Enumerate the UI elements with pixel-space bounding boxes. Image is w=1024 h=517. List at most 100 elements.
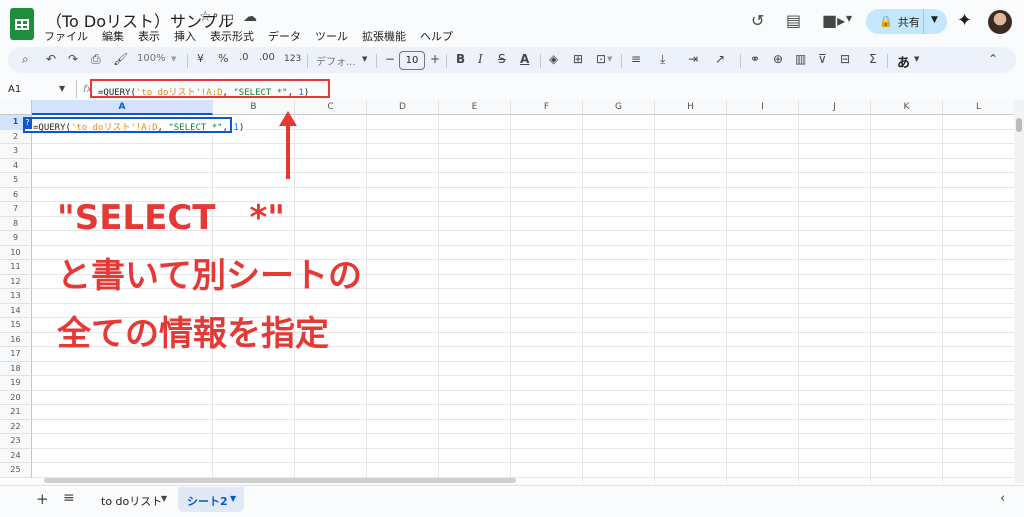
meet-dropdown-icon[interactable]: ▼	[846, 14, 852, 23]
row-header-12[interactable]: 12	[0, 274, 32, 289]
horizontal-align-icon[interactable]: ≡	[631, 52, 641, 66]
name-box[interactable]: A1	[8, 84, 21, 95]
column-header-c[interactable]: C	[295, 100, 367, 115]
menu-edit[interactable]: 編集	[102, 28, 124, 44]
row-header-25[interactable]: 25	[0, 463, 32, 478]
borders-icon[interactable]: ⊞	[573, 52, 583, 66]
vertical-scrollbar[interactable]	[1014, 100, 1024, 483]
increase-font-size-icon[interactable]: +	[430, 52, 440, 66]
font-dropdown-icon[interactable]: ▼	[362, 55, 367, 63]
name-box-dropdown-icon[interactable]: ▼	[59, 84, 65, 93]
column-header-f[interactable]: F	[511, 100, 583, 115]
row-header-7[interactable]: 7	[0, 202, 32, 217]
row-header-8[interactable]: 8	[0, 216, 32, 231]
insert-link-icon[interactable]: ⚭	[750, 52, 760, 66]
insert-chart-icon[interactable]: ▥	[795, 52, 806, 66]
redo-icon[interactable]: ↷	[68, 52, 78, 66]
row-header-16[interactable]: 16	[0, 332, 32, 347]
sheet-tab-sheet2[interactable]: シート2	[187, 493, 228, 509]
print-icon[interactable]: ⎙	[91, 52, 101, 67]
column-header-h[interactable]: H	[655, 100, 727, 115]
fill-color-icon[interactable]: ◈	[549, 52, 558, 66]
row-header-10[interactable]: 10	[0, 245, 32, 260]
move-folder-icon[interactable]: ▭	[221, 9, 234, 25]
share-button[interactable]: 🔒 共有 ▼	[866, 9, 947, 34]
row-header-20[interactable]: 20	[0, 390, 32, 405]
search-menus-icon[interactable]: ⌕	[22, 52, 29, 67]
text-color-icon[interactable]: A	[520, 52, 529, 66]
merge-cells-icon[interactable]: ⊡	[596, 52, 606, 66]
sheet-tab-todo-list[interactable]: to doリスト	[101, 493, 162, 509]
menu-tools[interactable]: ツール	[315, 28, 348, 44]
row-header-17[interactable]: 17	[0, 347, 32, 362]
bold-icon[interactable]: B	[456, 52, 465, 66]
menu-help[interactable]: ヘルプ	[420, 28, 453, 44]
menu-view[interactable]: 表示	[138, 28, 160, 44]
text-wrapping-icon[interactable]: ⇥	[688, 52, 698, 66]
formula-help-badge[interactable]: ?	[23, 117, 32, 129]
column-header-j[interactable]: J	[799, 100, 871, 115]
sheets-logo-icon[interactable]	[10, 8, 34, 40]
text-rotation-icon[interactable]: ↗	[715, 52, 725, 66]
star-icon[interactable]: ☆	[199, 9, 212, 25]
italic-icon[interactable]: I	[478, 52, 483, 66]
row-header-11[interactable]: 11	[0, 260, 32, 275]
menu-data[interactable]: データ	[268, 28, 301, 44]
row-header-5[interactable]: 5	[0, 173, 32, 188]
vertical-scroll-thumb[interactable]	[1016, 118, 1022, 132]
decrease-decimal-button[interactable]: .0	[239, 52, 249, 63]
row-header-3[interactable]: 3	[0, 144, 32, 159]
menu-file[interactable]: ファイル	[44, 28, 88, 44]
filter-views-icon[interactable]: ⊟	[840, 52, 850, 66]
collapse-toolbar-icon[interactable]: ⌃	[988, 52, 998, 66]
sheet-tab-dropdown-icon[interactable]: ▼	[161, 494, 167, 503]
sheet-tab-dropdown-icon[interactable]: ▼	[230, 494, 236, 503]
merge-dropdown-icon[interactable]: ▼	[607, 55, 612, 63]
currency-format-button[interactable]: ¥	[197, 52, 204, 65]
row-header-15[interactable]: 15	[0, 318, 32, 333]
vertical-align-icon[interactable]: ⤓	[660, 52, 665, 67]
input-tools-button[interactable]: あ	[897, 52, 910, 71]
video-meet-icon[interactable]: ■▸	[822, 11, 845, 30]
row-header-21[interactable]: 21	[0, 405, 32, 420]
column-header-d[interactable]: D	[367, 100, 439, 115]
increase-decimal-button[interactable]: .00	[259, 52, 275, 63]
select-all-corner[interactable]	[0, 100, 32, 115]
row-header-22[interactable]: 22	[0, 419, 32, 434]
strikethrough-icon[interactable]: S	[498, 52, 506, 66]
undo-icon[interactable]: ↶	[46, 52, 56, 66]
add-sheet-icon[interactable]: +	[36, 490, 49, 508]
column-header-e[interactable]: E	[439, 100, 511, 115]
row-header-18[interactable]: 18	[0, 361, 32, 376]
horizontal-scroll-thumb[interactable]	[44, 478, 516, 483]
row-header-6[interactable]: 6	[0, 187, 32, 202]
column-header-i[interactable]: I	[727, 100, 799, 115]
row-header-23[interactable]: 23	[0, 434, 32, 449]
column-header-k[interactable]: K	[871, 100, 943, 115]
row-header-19[interactable]: 19	[0, 376, 32, 391]
zoom-dropdown-icon[interactable]: ▼	[171, 55, 176, 63]
functions-icon[interactable]: Σ	[869, 52, 877, 66]
menu-format[interactable]: 表示形式	[210, 28, 254, 44]
paint-format-icon[interactable]: 🖌	[113, 52, 128, 66]
row-header-14[interactable]: 14	[0, 303, 32, 318]
column-header-a[interactable]: A	[32, 100, 213, 115]
insert-comment-icon[interactable]: ⊕	[773, 52, 783, 66]
gemini-sparkle-icon[interactable]: ✦	[957, 10, 972, 31]
font-size-input[interactable]: 10	[399, 51, 425, 70]
history-icon[interactable]: ↺	[751, 11, 764, 30]
decrease-font-size-icon[interactable]: −	[385, 52, 395, 66]
all-sheets-icon[interactable]: ≡	[63, 490, 75, 506]
zoom-select[interactable]: 100%	[137, 53, 166, 64]
share-dropdown-icon[interactable]: ▼	[931, 15, 938, 25]
comment-icon[interactable]: ▤	[786, 11, 801, 30]
menu-insert[interactable]: 挿入	[174, 28, 196, 44]
row-header-13[interactable]: 13	[0, 289, 32, 304]
input-tools-dropdown-icon[interactable]: ▼	[914, 55, 919, 63]
menu-extensions[interactable]: 拡張機能	[362, 28, 406, 44]
column-header-g[interactable]: G	[583, 100, 655, 115]
row-header-24[interactable]: 24	[0, 448, 32, 463]
filter-icon[interactable]: ⊽	[818, 52, 827, 66]
row-header-4[interactable]: 4	[0, 158, 32, 173]
row-header-9[interactable]: 9	[0, 231, 32, 246]
